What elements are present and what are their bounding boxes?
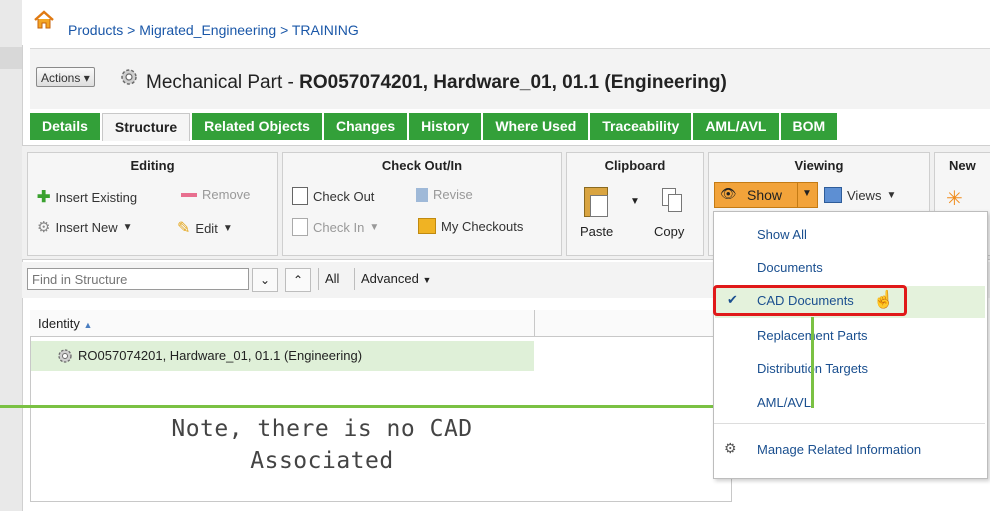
group-title-viewing: Viewing xyxy=(794,158,844,173)
advanced-find-button[interactable]: Advanced ▼ xyxy=(354,268,437,290)
tab-bar: Details Structure Related Objects Change… xyxy=(30,113,990,142)
menu-item-manage-related-information[interactable]: Manage Related Information xyxy=(757,442,921,457)
find-in-structure-input[interactable] xyxy=(27,268,249,290)
breadcrumb[interactable]: Products > Migrated_Engineering > TRAINI… xyxy=(68,22,359,38)
home-icon[interactable] xyxy=(33,10,55,30)
check-out-label: Check Out xyxy=(313,188,375,204)
annotation-connector-horizontal xyxy=(0,405,814,408)
menu-item-documents[interactable]: Documents xyxy=(757,260,823,275)
minus-icon xyxy=(181,192,197,197)
manage-related-icon: ⚙ xyxy=(724,440,737,456)
advanced-label: Advanced xyxy=(361,271,419,286)
group-title-clipboard: Clipboard xyxy=(604,158,666,173)
group-title-checkout: Check Out/In xyxy=(381,158,463,173)
my-checkouts-label: My Checkouts xyxy=(441,218,524,234)
chevron-down-icon: ▼ xyxy=(369,221,380,233)
annotation-line-2: Associated xyxy=(250,448,394,474)
gear-icon xyxy=(121,69,137,85)
show-split-divider xyxy=(797,183,798,207)
tab-details[interactable]: Details xyxy=(30,113,100,140)
views-label: Views xyxy=(847,187,882,203)
highlight-box xyxy=(713,285,907,316)
annotation-note: Note, there is no CAD Associated xyxy=(102,413,542,477)
check-out-icon xyxy=(292,187,308,205)
tab-aml-avl[interactable]: AML/AVL xyxy=(693,113,779,140)
check-in-icon xyxy=(292,218,308,236)
chevron-down-icon: ▼ xyxy=(630,196,640,207)
edit-label: Edit xyxy=(195,220,218,236)
copy-icon xyxy=(660,186,682,212)
plus-icon: ✚ xyxy=(37,189,51,206)
identity-column-header[interactable]: Identity ▲ xyxy=(38,316,92,331)
annotation-line-1: Note, there is no CAD xyxy=(171,416,473,442)
column-divider[interactable] xyxy=(534,310,535,336)
page-title-identity: RO057074201, Hardware_01, 01.1 (Engineer… xyxy=(299,72,727,93)
insert-new-label: Insert New xyxy=(55,219,118,235)
page-title-prefix: Mechanical Part - xyxy=(146,72,300,93)
insert-new-button[interactable]: ⚙ Insert New ▼ xyxy=(37,218,133,236)
left-panel-edge xyxy=(0,0,23,511)
check-in-button[interactable]: Check In ▼ xyxy=(292,218,379,236)
chevron-down-icon: ▼ xyxy=(802,188,812,199)
remove-label: Remove xyxy=(202,187,251,202)
tab-where-used[interactable]: Where Used xyxy=(483,113,589,140)
tab-traceability[interactable]: Traceability xyxy=(590,113,692,140)
chevron-down-icon: ▼ xyxy=(422,275,432,285)
tab-history[interactable]: History xyxy=(409,113,482,140)
clipboard-icon xyxy=(582,183,610,217)
eye-icon: 👁 xyxy=(720,186,737,201)
find-all-button[interactable]: All xyxy=(318,268,345,290)
actions-label: Actions xyxy=(41,71,81,85)
menu-item-show-all[interactable]: Show All xyxy=(757,227,807,242)
revise-button[interactable]: Revise xyxy=(416,187,473,202)
page-title: Mechanical Part - RO057074201, Hardware_… xyxy=(146,72,727,94)
check-in-label: Check In xyxy=(313,219,365,235)
tab-changes[interactable]: Changes xyxy=(323,113,408,140)
chevron-down-icon: ▼ xyxy=(886,189,897,201)
remove-button[interactable]: Remove xyxy=(181,187,250,202)
tab-structure[interactable]: Structure xyxy=(101,113,191,141)
tab-related-objects[interactable]: Related Objects xyxy=(192,113,322,140)
annotation-connector-vertical xyxy=(811,317,814,408)
tab-bom[interactable]: BOM xyxy=(780,113,838,140)
row-identity-label: RO057074201, Hardware_01, 01.1 (Engineer… xyxy=(78,348,363,363)
left-panel-band xyxy=(0,47,22,69)
group-title-editing: Editing xyxy=(130,158,175,173)
chevron-down-icon: ▼ xyxy=(122,221,133,233)
copy-button[interactable]: Copy xyxy=(654,224,684,239)
show-button[interactable]: 👁 Show ▼ xyxy=(714,182,818,208)
gear-icon xyxy=(58,349,72,363)
sort-ascending-icon: ▲ xyxy=(83,320,93,330)
revise-icon xyxy=(416,187,428,202)
menu-separator xyxy=(714,423,985,424)
grid-header xyxy=(30,310,730,337)
views-button[interactable]: Views ▼ xyxy=(824,187,896,203)
views-icon xyxy=(824,187,842,203)
insert-existing-button[interactable]: ✚ Insert Existing xyxy=(37,187,137,207)
find-next-chevron-down-icon[interactable]: ⌄ xyxy=(252,268,278,292)
my-checkouts-button[interactable]: My Checkouts xyxy=(418,218,523,234)
my-checkouts-icon xyxy=(418,218,436,234)
new-sparkle-icon[interactable]: ✳ xyxy=(946,186,963,211)
menu-item-aml-avl[interactable]: AML/AVL xyxy=(757,395,811,410)
chevron-down-icon: ▾ xyxy=(83,71,90,85)
find-previous-chevron-up-icon[interactable]: ⌃ xyxy=(285,268,311,292)
check-out-button[interactable]: Check Out xyxy=(292,187,374,205)
insert-existing-label: Insert Existing xyxy=(55,189,138,205)
identity-column-label: Identity xyxy=(38,316,80,331)
paste-button[interactable]: Paste xyxy=(580,224,613,239)
group-title-new: New xyxy=(949,158,976,173)
actions-button[interactable]: Actions ▾ xyxy=(36,67,95,87)
edit-button[interactable]: ✎ Edit ▼ xyxy=(177,218,233,238)
show-dropdown-menu xyxy=(713,211,988,479)
pencil-icon: ✎ xyxy=(177,220,191,237)
show-label: Show xyxy=(747,187,783,203)
chevron-down-icon: ▼ xyxy=(222,222,233,234)
revise-label: Revise xyxy=(433,187,473,202)
gear-sparkle-icon: ⚙ xyxy=(37,219,51,236)
